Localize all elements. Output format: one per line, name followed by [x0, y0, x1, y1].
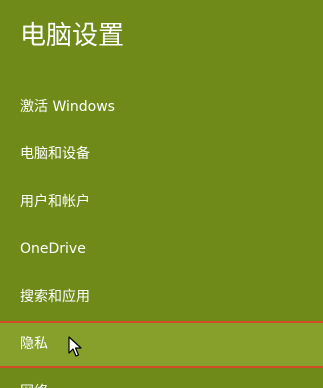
nav-item-label: 隐私	[20, 336, 48, 352]
nav-item-pc-and-devices[interactable]: 电脑和设备	[0, 131, 323, 177]
nav-item-onedrive[interactable]: OneDrive	[0, 226, 323, 272]
nav-item-privacy[interactable]: 隐私	[0, 321, 323, 368]
nav-item-activate-windows[interactable]: 激活 Windows	[0, 84, 323, 130]
nav-item-label: 用户和帐户	[20, 194, 90, 210]
page-title: 电脑设置	[20, 21, 125, 51]
nav-item-search-and-apps[interactable]: 搜索和应用	[0, 274, 323, 320]
nav-item-network[interactable]: 网络	[0, 372, 323, 388]
nav-item-accounts[interactable]: 用户和帐户	[0, 179, 323, 225]
nav-item-label: 搜索和应用	[20, 289, 90, 305]
nav-item-label: 网络	[20, 382, 48, 388]
settings-panel: 电脑设置 激活 Windows 电脑和设备 用户和帐户 OneDrive 搜索和…	[0, 0, 323, 388]
nav-item-label: 电脑和设备	[20, 146, 90, 162]
nav-item-label: OneDrive	[20, 241, 86, 257]
mouse-pointer-icon	[68, 336, 82, 357]
nav-item-label: 激活 Windows	[20, 99, 115, 115]
